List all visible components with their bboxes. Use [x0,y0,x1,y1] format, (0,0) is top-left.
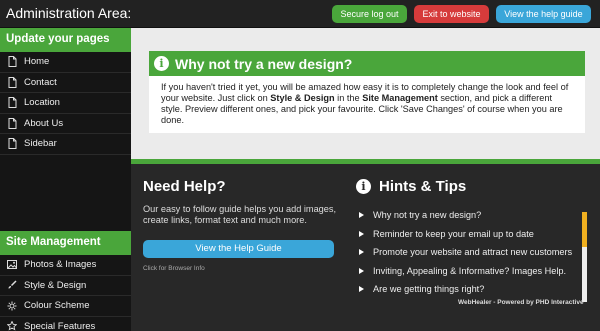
sidebar-item-contact[interactable]: Contact [0,73,131,93]
sidebar-item-home[interactable]: Home [0,52,131,73]
pages-heading: Update your pages [0,28,131,52]
info-icon: i [356,179,371,194]
page-icon [7,56,17,68]
brush-icon [7,280,17,291]
hint-item[interactable]: Promote your website and attract new cus… [359,243,579,262]
hints-heading: i Hints & Tips [356,178,466,195]
hints-list: Why not try a new design? Reminder to ke… [359,206,579,299]
main-content: i Why not try a new design? If you haven… [131,28,600,331]
notice-title: Why not try a new design? [175,55,353,72]
notice-text: in the [334,93,363,103]
triangle-right-icon [359,230,364,237]
page-icon [7,138,17,150]
sidebar-item-label: Style & Design [24,279,87,291]
notice-body: If you haven't tried it yet, you will be… [149,76,585,126]
sidebar-item-photos-images[interactable]: Photos & Images [0,255,131,276]
footer-credit: WebHealer - Powered by PHD Interactive [458,299,584,306]
sidebar-item-label: Location [24,97,60,109]
image-icon [7,259,17,270]
sidebar-item-colour-scheme[interactable]: Colour Scheme [0,296,131,317]
sidebar-item-label: Special Features [24,320,96,331]
hint-item[interactable]: Are we getting things right? [359,280,579,299]
sun-icon [7,300,17,311]
secure-logout-button[interactable]: Secure log out [332,5,407,23]
hint-label: Why not try a new design? [373,210,482,221]
sidebar-item-label: Contact [24,76,57,88]
hint-label: Promote your website and attract new cus… [373,247,573,258]
sidebar-item-label: Sidebar [24,138,57,150]
hint-label: Inviting, Appealing & Informative? Image… [373,265,567,276]
view-help-guide-button[interactable]: View the help guide [496,5,591,23]
sidebar: Update your pages Home Contact Location … [0,28,131,331]
site-management-heading: Site Management [0,231,131,255]
triangle-right-icon [359,212,364,219]
design-notice: i Why not try a new design? If you haven… [149,51,585,133]
style-design-link[interactable]: Style & Design [270,93,334,103]
sidebar-item-label: Colour Scheme [24,300,90,312]
sidebar-item-label: Home [24,56,50,68]
hint-item[interactable]: Inviting, Appealing & Informative? Image… [359,262,579,281]
help-panel: Need Help? Our easy to follow guide help… [131,164,600,331]
pages-list: Home Contact Location About Us Sidebar [0,52,131,228]
browser-info-link[interactable]: Click for Browser Info [143,265,205,272]
page-icon [7,117,17,129]
sidebar-item-sidebar[interactable]: Sidebar [0,134,131,155]
hints-scrollbar[interactable] [582,212,587,302]
sidebar-item-location[interactable]: Location [0,93,131,114]
scrollbar-thumb[interactable] [582,212,587,247]
page-icon [7,97,17,109]
exit-to-website-button[interactable]: Exit to website [414,5,489,23]
triangle-right-icon [359,267,364,274]
hint-item[interactable]: Why not try a new design? [359,206,579,225]
sidebar-item-style-design[interactable]: Style & Design [0,276,131,296]
page-icon [7,76,17,88]
need-help-text: Our easy to follow guide helps you add i… [143,204,337,225]
view-help-guide-button-main[interactable]: View the Help Guide [143,240,334,258]
hints-title: Hints & Tips [379,178,467,195]
info-icon: i [154,56,169,71]
star-icon [7,321,17,331]
sidebar-item-label: About Us [24,117,64,129]
hint-item[interactable]: Reminder to keep your email up to date [359,225,579,244]
hint-label: Are we getting things right? [373,284,485,295]
sidebar-item-about-us[interactable]: About Us [0,114,131,134]
top-bar: Administration Area: Secure log out Exit… [0,0,600,28]
triangle-right-icon [359,286,364,293]
sidebar-item-label: Photos & Images [24,259,97,271]
triangle-right-icon [359,249,364,256]
sidebar-item-special-features[interactable]: Special Features [0,317,131,331]
site-management-link[interactable]: Site Management [362,93,438,103]
hint-label: Reminder to keep your email up to date [373,228,534,239]
admin-title: Administration Area: [6,5,132,21]
need-help-title: Need Help? [143,178,226,195]
notice-bar: i Why not try a new design? [149,51,585,76]
